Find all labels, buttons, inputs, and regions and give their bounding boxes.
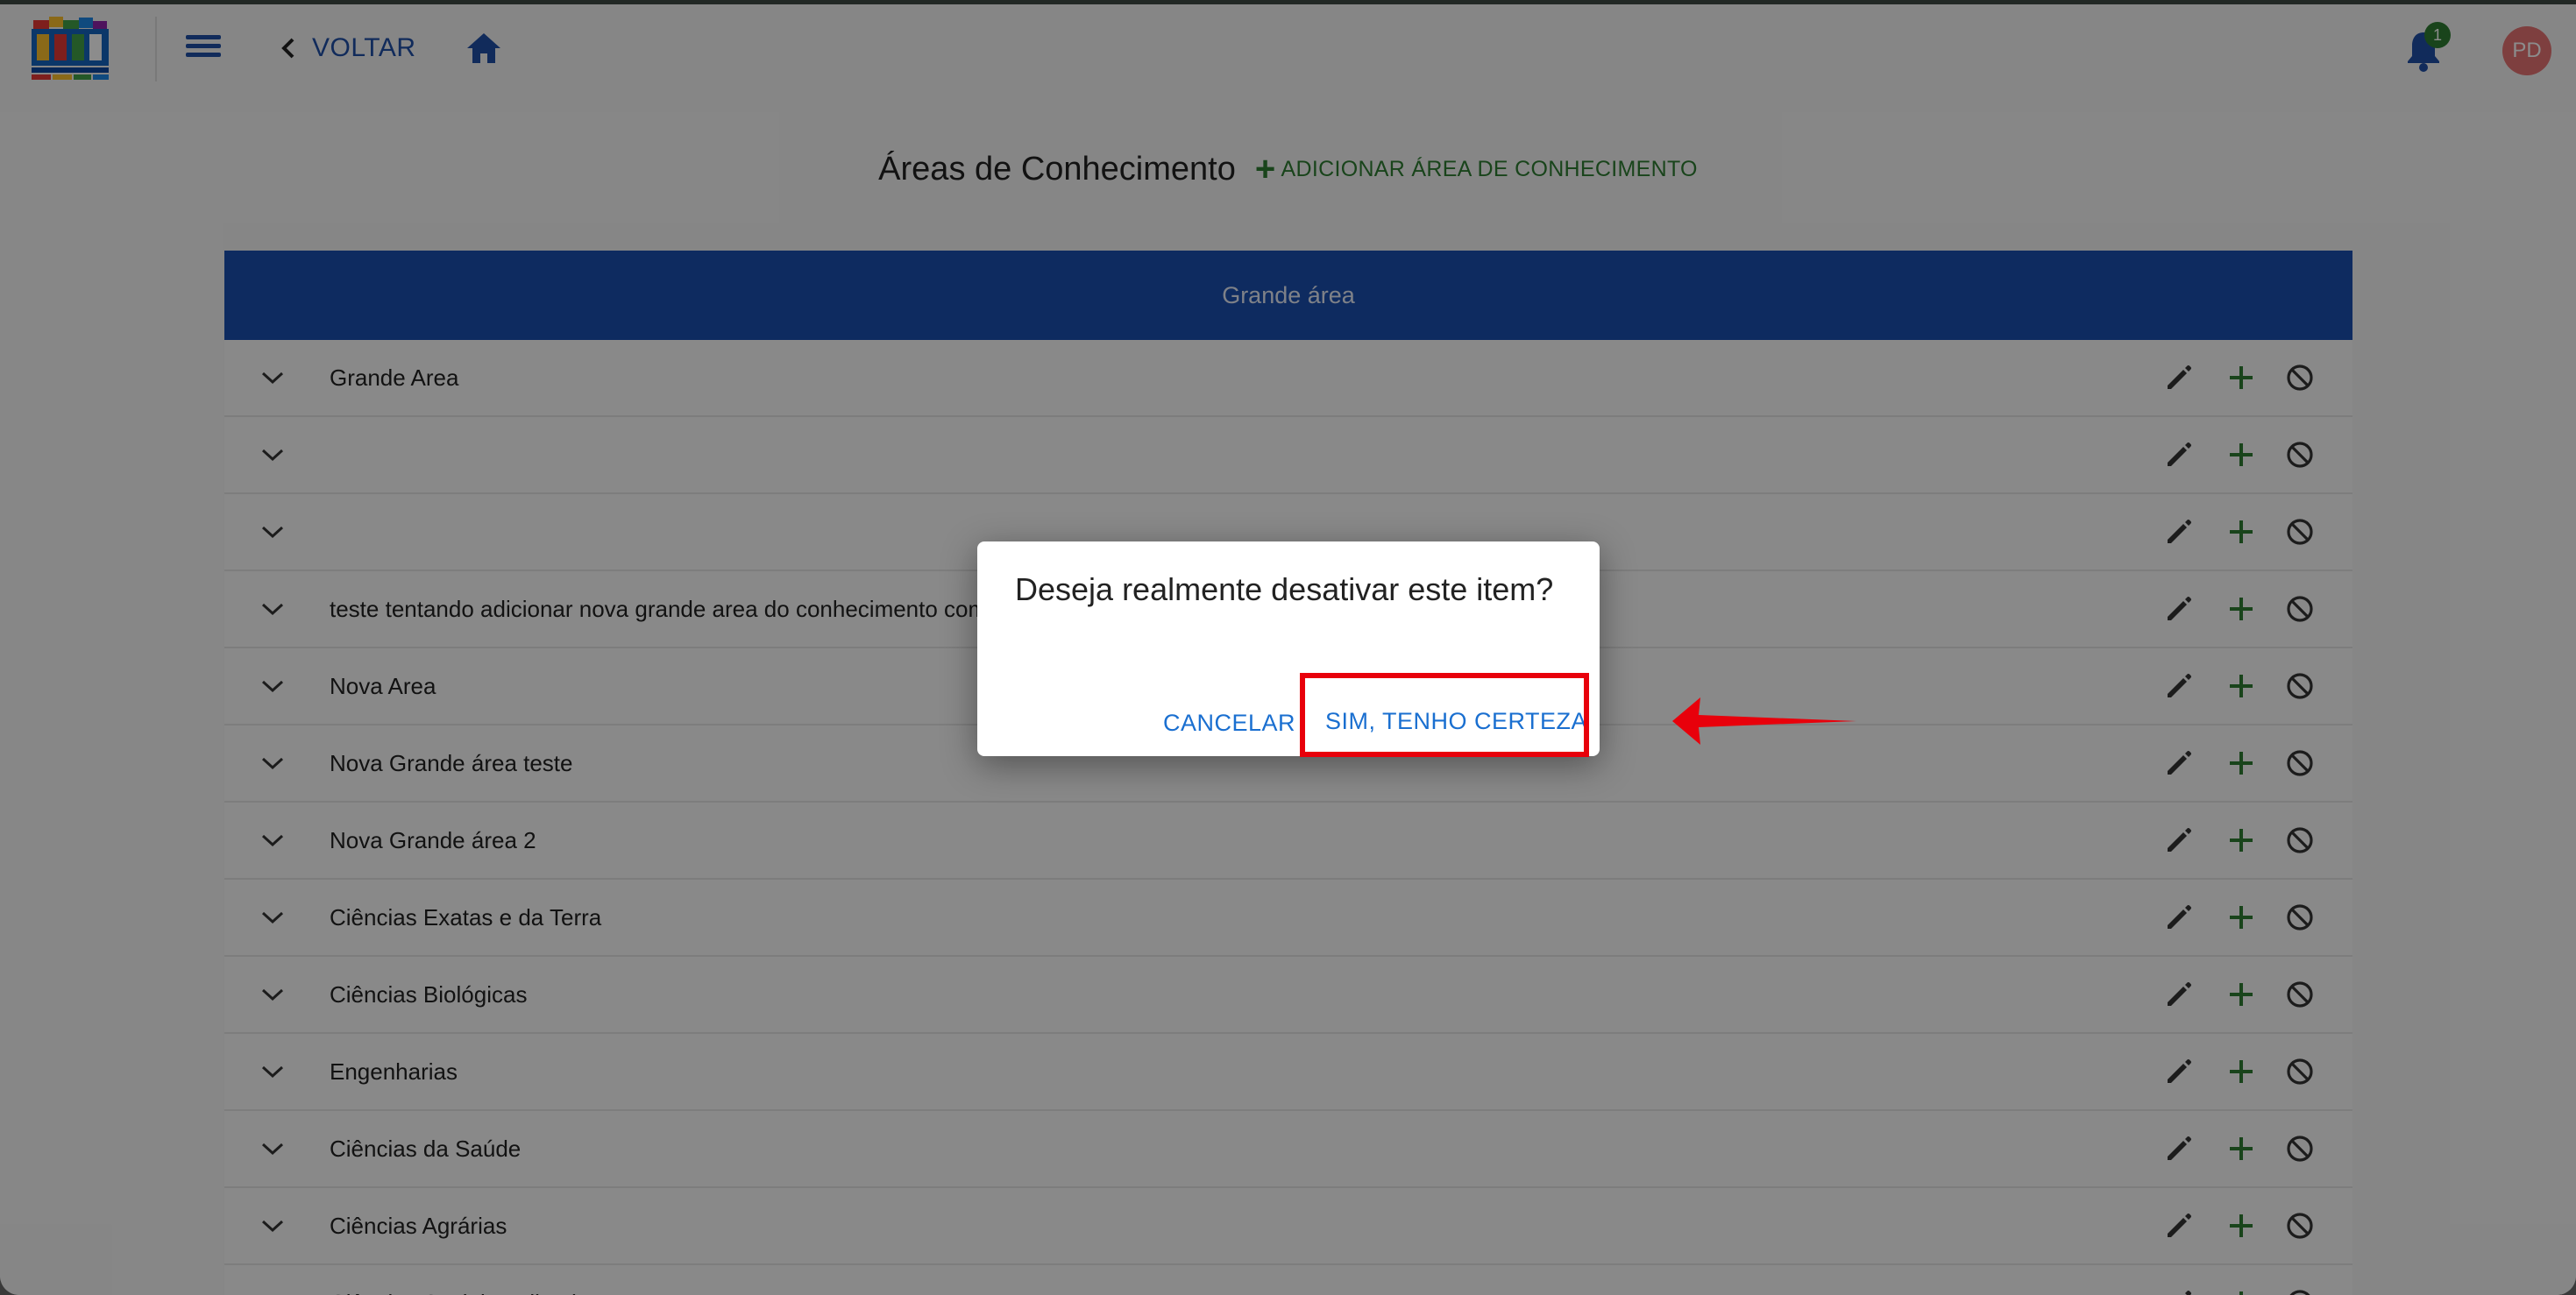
dialog-title: Deseja realmente desativar este item? [1015, 571, 1554, 607]
annotation-highlight-box [1300, 673, 1589, 757]
cancel-button[interactable]: CANCELAR [1163, 701, 1295, 745]
annotation-arrow-icon [1672, 697, 1856, 745]
app-window: VOLTAR 1 PD Áreas de Conhecimento + ADIC… [0, 0, 2576, 1295]
